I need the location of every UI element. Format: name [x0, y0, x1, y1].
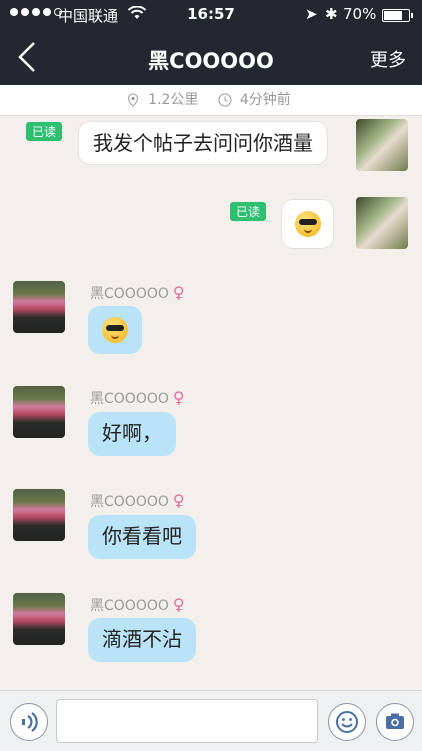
location-arrow-icon: ➤	[305, 5, 318, 23]
female-icon: ♀	[172, 491, 185, 510]
chat-title: 黑COOOOO	[148, 49, 274, 73]
battery-percent: 70%	[343, 5, 377, 23]
female-icon: ♀	[172, 595, 185, 614]
emoji-button[interactable]	[328, 703, 366, 741]
sender-name: 黑COOOOO ♀	[90, 491, 185, 510]
distance-text: 1.2公里	[148, 92, 199, 108]
smiley-icon	[336, 711, 358, 733]
my-avatar[interactable]	[356, 119, 408, 171]
female-icon: ♀	[172, 283, 185, 302]
message-bubble-in-emoji[interactable]	[88, 306, 142, 354]
read-badge: 已读	[26, 122, 63, 141]
contact-avatar[interactable]	[13, 489, 65, 541]
message-bubble-out[interactable]: 我发个帖子去问问你酒量	[78, 121, 328, 165]
my-avatar[interactable]	[356, 197, 408, 249]
contact-avatar[interactable]	[13, 386, 65, 438]
input-bar	[0, 690, 422, 751]
message-bubble-in[interactable]: 你看看吧	[88, 515, 196, 559]
clock-icon	[218, 93, 232, 107]
camera-button[interactable]	[376, 703, 414, 741]
contact-avatar[interactable]	[13, 281, 65, 333]
cool-face-emoji-icon	[102, 317, 128, 343]
time-info: 4分钟前	[218, 85, 296, 115]
cool-face-emoji-icon	[294, 211, 321, 237]
bluetooth-icon: ✱	[325, 5, 338, 23]
sender-name: 黑COOOOO ♀	[90, 283, 185, 302]
contact-avatar[interactable]	[13, 593, 65, 645]
female-icon: ♀	[172, 388, 185, 407]
top-bar: 中国联通 16:57 ➤ ✱ 70% 黑COOOOO 更多	[0, 0, 422, 85]
sender-name: 黑COOOOO ♀	[90, 595, 185, 614]
location-pin-icon	[128, 93, 139, 107]
voice-icon	[22, 712, 38, 732]
more-button[interactable]: 更多	[370, 46, 406, 72]
message-bubble-out-emoji[interactable]	[281, 199, 334, 249]
sender-name: 黑COOOOO ♀	[90, 388, 185, 407]
battery-icon	[382, 9, 413, 22]
distance-info: 1.2公里	[126, 85, 203, 115]
camera-icon	[386, 713, 404, 729]
status-bar: 中国联通 16:57 ➤ ✱ 70%	[0, 0, 422, 30]
voice-button[interactable]	[10, 703, 48, 741]
message-bubble-in[interactable]: 好啊，	[88, 412, 176, 456]
distance-info-bar: 1.2公里 4分钟前	[0, 85, 422, 116]
message-input[interactable]	[56, 699, 318, 743]
read-badge: 已读	[230, 202, 267, 221]
time-ago-text: 4分钟前	[239, 92, 291, 108]
message-bubble-in[interactable]: 滴酒不沾	[88, 618, 196, 662]
